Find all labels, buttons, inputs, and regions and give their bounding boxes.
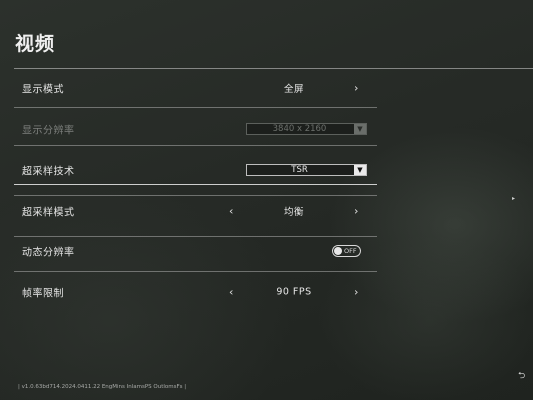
frame-rate-value: 90 FPS xyxy=(276,286,312,298)
setting-label-upscaling-tech: 超采样技术 xyxy=(22,166,75,178)
row-divider xyxy=(14,271,377,272)
upscaling-mode-value: 均衡 xyxy=(283,207,304,218)
upscaling-tech-dropdown[interactable]: TSR ▼ xyxy=(246,164,367,176)
frame-rate-prev-arrow-icon[interactable]: ‹ xyxy=(229,286,233,299)
dropdown-arrow-icon: ▼ xyxy=(354,124,366,134)
row-divider xyxy=(14,145,377,146)
setting-label-display-mode: 显示模式 xyxy=(22,84,64,96)
back-icon[interactable]: ⮌ xyxy=(518,368,525,384)
setting-row-frame-rate-limit[interactable]: 帧率限制 ‹ 90 FPS › xyxy=(14,273,377,311)
dropdown-arrow-icon[interactable]: ▼ xyxy=(354,165,366,175)
setting-label-upscaling-mode: 超采样模式 xyxy=(22,207,75,219)
row-divider xyxy=(14,107,377,108)
page-title: 视频 xyxy=(15,33,56,55)
setting-row-display-mode[interactable]: 显示模式 全屏 › xyxy=(14,69,377,107)
resolution-dropdown: 3840 x 2160 ▼ xyxy=(246,123,367,135)
display-mode-value: 全屏 xyxy=(283,84,304,95)
display-mode-next-arrow-icon[interactable]: › xyxy=(354,82,358,95)
setting-row-dynamic-resolution[interactable]: 动态分辨率 OFF xyxy=(14,232,377,270)
upscaling-tech-value: TSR xyxy=(291,165,308,175)
side-pointer-icon: ▸ xyxy=(512,195,516,202)
setting-label-dynamic-resolution: 动态分辨率 xyxy=(22,247,75,259)
frame-rate-next-arrow-icon[interactable]: › xyxy=(354,286,358,299)
setting-label-frame-rate-limit: 帧率限制 xyxy=(22,288,64,300)
version-footer: | v1.0.63bd714.2024.0411.22 EngMins Inla… xyxy=(18,384,187,390)
upscaling-mode-next-arrow-icon[interactable]: › xyxy=(354,205,358,218)
setting-label-resolution: 显示分辨率 xyxy=(22,125,75,137)
resolution-value: 3840 x 2160 xyxy=(272,124,327,134)
toggle-state-text: OFF xyxy=(344,247,357,255)
row-divider-selected xyxy=(14,184,377,185)
setting-row-resolution: 显示分辨率 3840 x 2160 ▼ xyxy=(14,110,377,148)
setting-row-upscaling-mode[interactable]: 超采样模式 ‹ 均衡 › xyxy=(14,192,377,230)
upscaling-mode-prev-arrow-icon[interactable]: ‹ xyxy=(229,205,233,218)
toggle-knob xyxy=(334,247,342,255)
dynamic-resolution-toggle[interactable]: OFF xyxy=(332,245,361,257)
